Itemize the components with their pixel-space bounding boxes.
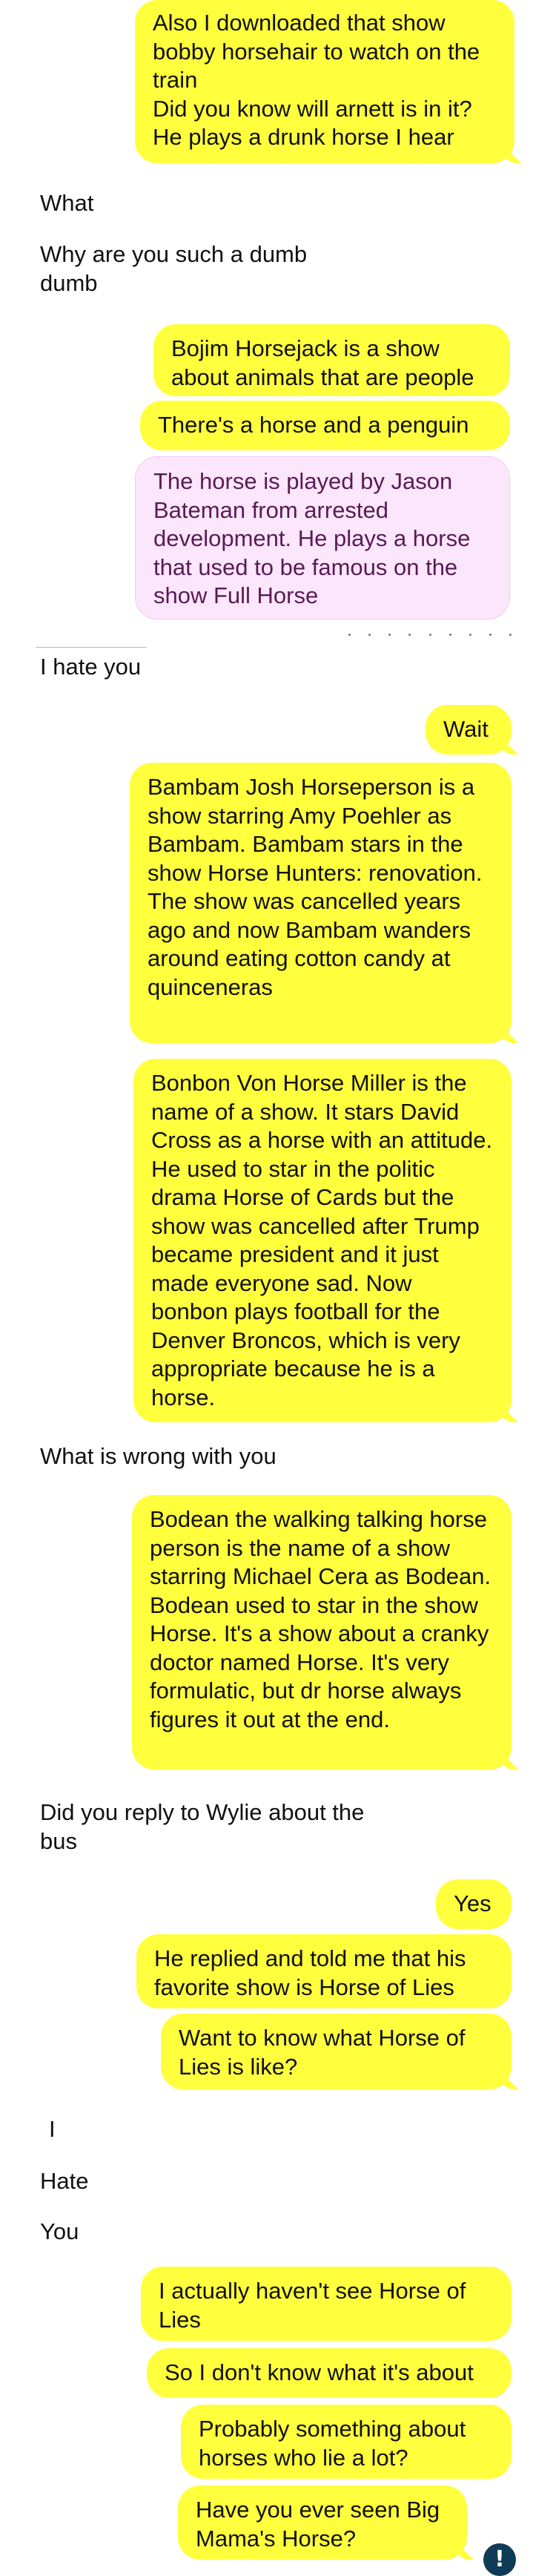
sent-message-bubble[interactable]: Yes	[436, 1879, 512, 1929]
received-message[interactable]: I hate you	[40, 653, 337, 682]
received-message[interactable]: Why are you such a dumb dumb	[40, 240, 351, 298]
sent-message-bubble[interactable]: Bojim Horsejack is a show about animals …	[153, 324, 510, 396]
sent-message-bubble[interactable]: I actually haven't see Horse of Lies	[141, 2267, 512, 2341]
sent-message-bubble[interactable]: Bambam Josh Horseperson is a show starri…	[130, 763, 512, 1043]
sent-message-bubble[interactable]: So I don't know what it's about	[147, 2348, 512, 2398]
sent-message-bubble[interactable]: Bonbon Von Horse Miller is the name of a…	[133, 1059, 512, 1422]
received-message[interactable]: What	[40, 189, 337, 218]
received-message[interactable]: You	[40, 2218, 188, 2247]
pending-message-bubble[interactable]: The horse is played by Jason Bateman fro…	[135, 456, 510, 620]
sent-message-bubble[interactable]: Probably something about horses who lie …	[181, 2405, 512, 2479]
sent-message-bubble[interactable]: Also I downloaded that show bobby horseh…	[135, 0, 514, 163]
divider-line	[36, 647, 147, 648]
received-message[interactable]: Hate	[40, 2167, 188, 2196]
received-message[interactable]: I	[49, 2115, 123, 2144]
sent-message-bubble[interactable]: There's a horse and a penguin	[140, 401, 510, 450]
sent-message-bubble[interactable]: He replied and told me that his favorite…	[136, 1934, 512, 2008]
sent-message-bubble[interactable]: Bodean the walking talking horse person …	[132, 1495, 512, 1770]
received-message[interactable]: Did you reply to Wylie about the bus	[40, 1798, 366, 1856]
sending-progress-indicator	[348, 631, 512, 638]
received-message[interactable]: What is wrong with you	[40, 1442, 411, 1471]
not-delivered-icon[interactable]: !	[483, 2543, 516, 2576]
sent-message-bubble[interactable]: Want to know what Horse of Lies is like?	[161, 2014, 512, 2089]
sent-message-bubble[interactable]: Wait	[426, 705, 512, 755]
failed-message-bubble[interactable]: Have you ever seen Big Mama's Horse?	[178, 2485, 467, 2560]
